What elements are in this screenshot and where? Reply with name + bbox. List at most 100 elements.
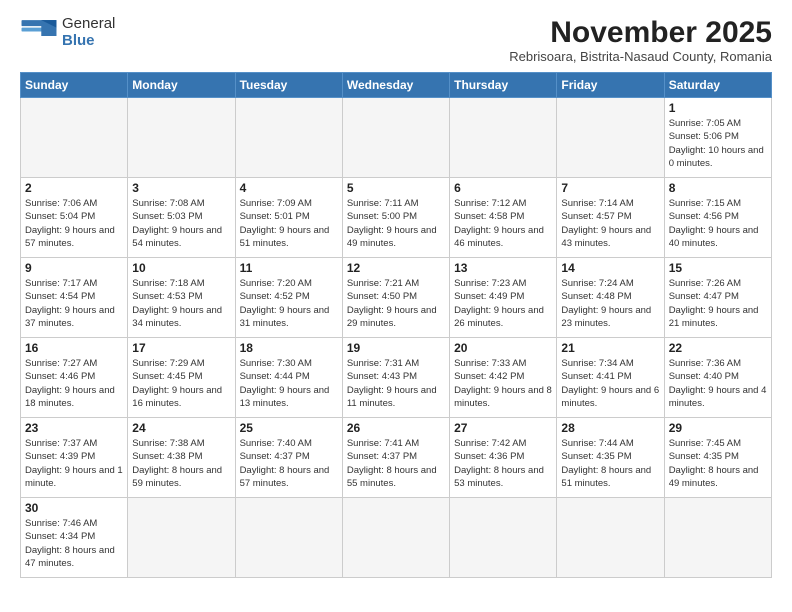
weekday-header-tuesday: Tuesday <box>235 73 342 98</box>
calendar-cell: 29 Sunrise: 7:45 AMSunset: 4:35 PMDayligh… <box>664 418 771 498</box>
logo-text: General Blue <box>62 16 115 49</box>
day-number: 25 <box>240 421 338 435</box>
day-info: Sunrise: 7:45 AMSunset: 4:35 PMDaylight:… <box>669 437 767 490</box>
calendar-cell: 1 Sunrise: 7:05 AMSunset: 5:06 PMDaylight… <box>664 98 771 178</box>
day-number: 6 <box>454 181 552 195</box>
calendar-cell: 24 Sunrise: 7:38 AMSunset: 4:38 PMDayligh… <box>128 418 235 498</box>
day-number: 5 <box>347 181 445 195</box>
day-number: 29 <box>669 421 767 435</box>
calendar-cell: 20Sunrise: 7:33 AMSunset: 4:42 PMDayligh… <box>450 338 557 418</box>
day-info: Sunrise: 7:20 AMSunset: 4:52 PMDaylight:… <box>240 277 338 330</box>
calendar-cell: 15 Sunrise: 7:26 AMSunset: 4:47 PMDayligh… <box>664 258 771 338</box>
day-info: Sunrise: 7:29 AMSunset: 4:45 PMDaylight:… <box>132 357 230 410</box>
week-row-1: 1 Sunrise: 7:05 AMSunset: 5:06 PMDaylight… <box>21 98 772 178</box>
calendar-cell <box>557 498 664 578</box>
day-info: Sunrise: 7:17 AMSunset: 4:54 PMDaylight:… <box>25 277 123 330</box>
day-number: 8 <box>669 181 767 195</box>
day-info: Sunrise: 7:24 AMSunset: 4:48 PMDaylight:… <box>561 277 659 330</box>
day-info: Sunrise: 7:12 AMSunset: 4:58 PMDaylight:… <box>454 197 552 250</box>
calendar-cell: 17 Sunrise: 7:29 AMSunset: 4:45 PMDayligh… <box>128 338 235 418</box>
calendar-cell: 18 Sunrise: 7:30 AMSunset: 4:44 PMDayligh… <box>235 338 342 418</box>
logo-general: General <box>62 16 115 33</box>
day-number: 27 <box>454 421 552 435</box>
day-number: 2 <box>25 181 123 195</box>
weekday-header-thursday: Thursday <box>450 73 557 98</box>
title-area: November 2025 Rebrisoara, Bistrita-Nasau… <box>509 16 772 64</box>
calendar-cell <box>128 98 235 178</box>
calendar-cell <box>342 98 449 178</box>
day-number: 23 <box>25 421 123 435</box>
day-number: 10 <box>132 261 230 275</box>
calendar-cell: 7Sunrise: 7:14 AMSunset: 4:57 PMDaylight… <box>557 178 664 258</box>
generalblue-logo-icon <box>20 17 58 49</box>
day-number: 14 <box>561 261 659 275</box>
calendar-cell: 30Sunrise: 7:46 AMSunset: 4:34 PMDayligh… <box>21 498 128 578</box>
calendar-cell: 9Sunrise: 7:17 AMSunset: 4:54 PMDaylight… <box>21 258 128 338</box>
calendar-cell <box>342 498 449 578</box>
weekday-header-wednesday: Wednesday <box>342 73 449 98</box>
weekday-header-row: SundayMondayTuesdayWednesdayThursdayFrid… <box>21 73 772 98</box>
day-info: Sunrise: 7:11 AMSunset: 5:00 PMDaylight:… <box>347 197 445 250</box>
month-title: November 2025 <box>509 16 772 49</box>
day-info: Sunrise: 7:37 AMSunset: 4:39 PMDaylight:… <box>25 437 123 490</box>
calendar-cell <box>450 98 557 178</box>
day-number: 22 <box>669 341 767 355</box>
calendar-cell <box>557 98 664 178</box>
day-info: Sunrise: 7:40 AMSunset: 4:37 PMDaylight:… <box>240 437 338 490</box>
calendar-cell <box>235 498 342 578</box>
day-number: 11 <box>240 261 338 275</box>
day-info: Sunrise: 7:44 AMSunset: 4:35 PMDaylight:… <box>561 437 659 490</box>
day-number: 4 <box>240 181 338 195</box>
day-number: 24 <box>132 421 230 435</box>
day-number: 21 <box>561 341 659 355</box>
day-info: Sunrise: 7:26 AMSunset: 4:47 PMDaylight:… <box>669 277 767 330</box>
calendar-cell <box>664 498 771 578</box>
calendar-cell: 6 Sunrise: 7:12 AMSunset: 4:58 PMDaylight… <box>450 178 557 258</box>
day-number: 12 <box>347 261 445 275</box>
weekday-header-saturday: Saturday <box>664 73 771 98</box>
calendar-cell: 13Sunrise: 7:23 AMSunset: 4:49 PMDayligh… <box>450 258 557 338</box>
day-info: Sunrise: 7:14 AMSunset: 4:57 PMDaylight:… <box>561 197 659 250</box>
day-info: Sunrise: 7:41 AMSunset: 4:37 PMDaylight:… <box>347 437 445 490</box>
day-number: 17 <box>132 341 230 355</box>
calendar-cell <box>235 98 342 178</box>
day-number: 18 <box>240 341 338 355</box>
calendar-cell: 11 Sunrise: 7:20 AMSunset: 4:52 PMDayligh… <box>235 258 342 338</box>
calendar-cell: 26Sunrise: 7:41 AMSunset: 4:37 PMDayligh… <box>342 418 449 498</box>
logo: General Blue <box>20 16 115 49</box>
day-info: Sunrise: 7:08 AMSunset: 5:03 PMDaylight:… <box>132 197 230 250</box>
calendar-cell: 8 Sunrise: 7:15 AMSunset: 4:56 PMDaylight… <box>664 178 771 258</box>
calendar-cell: 5 Sunrise: 7:11 AMSunset: 5:00 PMDaylight… <box>342 178 449 258</box>
day-info: Sunrise: 7:38 AMSunset: 4:38 PMDaylight:… <box>132 437 230 490</box>
day-info: Sunrise: 7:21 AMSunset: 4:50 PMDaylight:… <box>347 277 445 330</box>
calendar-cell: 28 Sunrise: 7:44 AMSunset: 4:35 PMDayligh… <box>557 418 664 498</box>
weekday-header-friday: Friday <box>557 73 664 98</box>
day-number: 15 <box>669 261 767 275</box>
weekday-header-monday: Monday <box>128 73 235 98</box>
day-number: 19 <box>347 341 445 355</box>
day-number: 1 <box>669 101 767 115</box>
day-number: 30 <box>25 501 123 515</box>
calendar-cell: 4 Sunrise: 7:09 AMSunset: 5:01 PMDaylight… <box>235 178 342 258</box>
week-row-6: 30Sunrise: 7:46 AMSunset: 4:34 PMDayligh… <box>21 498 772 578</box>
day-info: Sunrise: 7:18 AMSunset: 4:53 PMDaylight:… <box>132 277 230 330</box>
calendar-cell: 14 Sunrise: 7:24 AMSunset: 4:48 PMDayligh… <box>557 258 664 338</box>
calendar-cell <box>450 498 557 578</box>
header: General Blue November 2025 Rebrisoara, B… <box>20 16 772 64</box>
calendar-cell: 16Sunrise: 7:27 AMSunset: 4:46 PMDayligh… <box>21 338 128 418</box>
day-info: Sunrise: 7:23 AMSunset: 4:49 PMDaylight:… <box>454 277 552 330</box>
calendar-cell: 25 Sunrise: 7:40 AMSunset: 4:37 PMDayligh… <box>235 418 342 498</box>
day-number: 28 <box>561 421 659 435</box>
week-row-5: 23 Sunrise: 7:37 AMSunset: 4:39 PMDayligh… <box>21 418 772 498</box>
calendar-cell: 19Sunrise: 7:31 AMSunset: 4:43 PMDayligh… <box>342 338 449 418</box>
day-info: Sunrise: 7:27 AMSunset: 4:46 PMDaylight:… <box>25 357 123 410</box>
day-info: Sunrise: 7:36 AMSunset: 4:40 PMDaylight:… <box>669 357 767 410</box>
calendar-cell <box>21 98 128 178</box>
day-info: Sunrise: 7:09 AMSunset: 5:01 PMDaylight:… <box>240 197 338 250</box>
week-row-2: 2Sunrise: 7:06 AMSunset: 5:04 PMDaylight… <box>21 178 772 258</box>
calendar-cell: 27Sunrise: 7:42 AMSunset: 4:36 PMDayligh… <box>450 418 557 498</box>
day-info: Sunrise: 7:34 AMSunset: 4:41 PMDaylight:… <box>561 357 659 410</box>
day-info: Sunrise: 7:30 AMSunset: 4:44 PMDaylight:… <box>240 357 338 410</box>
day-info: Sunrise: 7:15 AMSunset: 4:56 PMDaylight:… <box>669 197 767 250</box>
day-info: Sunrise: 7:05 AMSunset: 5:06 PMDaylight:… <box>669 117 767 170</box>
